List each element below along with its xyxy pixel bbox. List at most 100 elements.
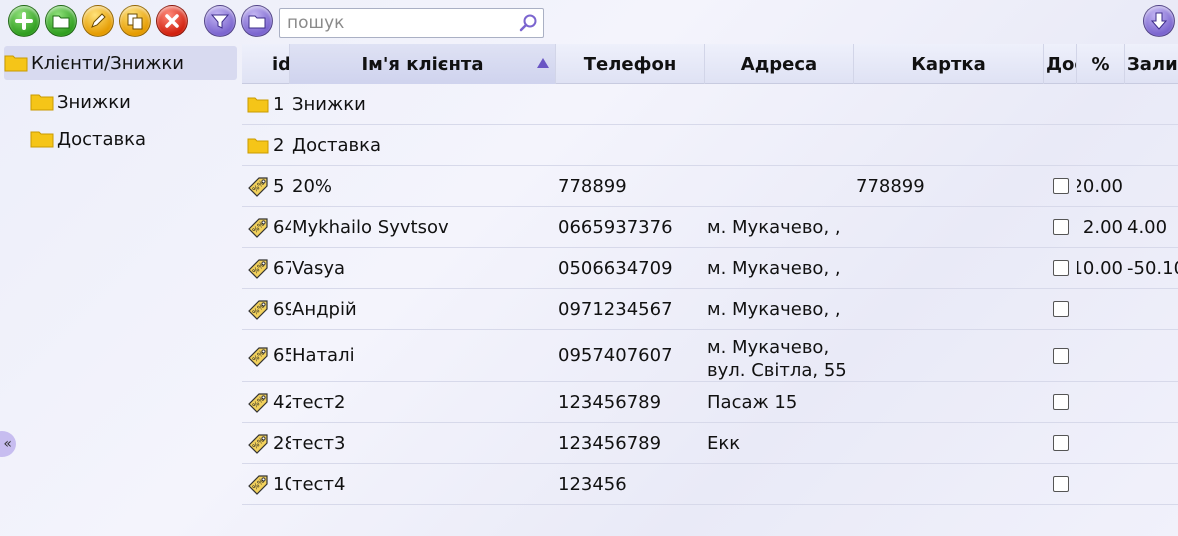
delivery-checkbox[interactable] — [1052, 301, 1069, 317]
cell-id: 10 — [273, 473, 291, 495]
tree-item-discounts[interactable]: Знижки — [30, 85, 131, 119]
cell-address: м. Мукачево, , — [707, 216, 841, 238]
table-row[interactable]: %% 10 тест4 123456 — [242, 464, 1178, 505]
cell-id: 42 — [273, 391, 291, 413]
cell-percent — [1077, 423, 1124, 463]
cell-phone: 0957407607 — [558, 345, 673, 366]
discount-tag-icon: %% — [244, 464, 272, 504]
cell-card — [856, 248, 1042, 288]
filter-button[interactable] — [204, 5, 236, 37]
search-input[interactable] — [285, 10, 517, 36]
column-header-balance[interactable]: Зали — [1125, 44, 1178, 84]
add-folder-button[interactable] — [45, 5, 77, 37]
cell-percent — [1077, 464, 1124, 504]
cell-delivery — [1044, 84, 1077, 124]
column-header-card[interactable]: Картка — [854, 44, 1044, 84]
folder-icon — [244, 84, 272, 124]
cell-delivery — [1044, 125, 1077, 165]
cell-address: Екк — [707, 432, 741, 454]
edit-button[interactable] — [82, 5, 114, 37]
discount-tag-icon: %% — [244, 166, 272, 206]
cell-card — [856, 330, 1042, 381]
cell-balance — [1125, 464, 1178, 504]
cell-address — [707, 464, 852, 504]
table-row[interactable]: %% 42 тест2 123456789 Пасаж 15 — [242, 382, 1178, 423]
search-box[interactable] — [279, 8, 544, 38]
table-row[interactable]: %% 65 Наталі 0957407607 м. Мукачево, вул. Св… — [242, 330, 1178, 382]
cell-name: Андрій — [292, 298, 357, 320]
delivery-checkbox[interactable] — [1052, 394, 1069, 410]
search-icon[interactable] — [517, 12, 539, 34]
cell-address — [707, 125, 852, 165]
cell-card — [856, 423, 1042, 463]
cell-address — [707, 84, 852, 124]
cell-phone: 123456789 — [558, 432, 662, 454]
column-header-percent[interactable]: % — [1077, 44, 1125, 84]
cell-percent — [1077, 382, 1124, 422]
cell-name: тест4 — [292, 473, 346, 495]
delivery-checkbox[interactable] — [1052, 435, 1069, 451]
cell-percent — [1077, 84, 1124, 124]
folder-icon — [4, 55, 28, 72]
cell-id: 69 — [273, 298, 291, 320]
delivery-checkbox[interactable] — [1052, 219, 1069, 235]
add-button[interactable] — [8, 5, 40, 37]
cell-name: Наталі — [292, 345, 355, 366]
cell-balance — [1125, 166, 1178, 206]
discount-tag-icon: %% — [244, 248, 272, 288]
table-row[interactable]: %% 5 20% 778899 778899 20.00 — [242, 166, 1178, 207]
grid-header: id Ім'я клієнта Телефон Адреса Картка До… — [242, 44, 1178, 84]
cell-delivery — [1044, 248, 1077, 288]
table-row[interactable]: %% 64 Mykhailo Syvtsov 0665937376 м. Мукачев… — [242, 207, 1178, 248]
column-header-phone[interactable]: Телефон — [556, 44, 705, 84]
cell-card — [856, 289, 1042, 329]
column-header-id[interactable]: id — [272, 44, 290, 84]
table-row[interactable]: 1 Знижки — [242, 84, 1178, 125]
folder-icon — [244, 125, 272, 165]
cell-id: 67 — [273, 257, 291, 279]
cell-name: Знижки — [292, 93, 366, 115]
discount-tag-icon: %% — [244, 289, 272, 329]
close-icon — [165, 14, 179, 28]
cell-card — [856, 464, 1042, 504]
discount-tag-icon: %% — [244, 382, 272, 422]
delivery-checkbox[interactable] — [1052, 347, 1069, 364]
discount-tag-icon: %% — [244, 423, 272, 463]
table-row[interactable]: 2 Доставка — [242, 125, 1178, 166]
cell-balance: -50.10 — [1127, 257, 1178, 279]
cell-delivery — [1044, 330, 1077, 381]
column-header-delivery[interactable]: Дос — [1044, 44, 1077, 84]
cell-card — [856, 125, 1042, 165]
plus-icon — [15, 12, 33, 30]
cell-balance — [1125, 84, 1178, 124]
cell-delivery — [1044, 423, 1077, 463]
delivery-checkbox[interactable] — [1052, 260, 1069, 276]
folder-icon — [30, 131, 54, 148]
tree-item-label: Знижки — [57, 91, 131, 113]
cell-name: тест2 — [292, 391, 346, 413]
tree-item-delivery[interactable]: Доставка — [30, 122, 146, 156]
tree-item-root[interactable]: Клієнти/Знижки — [4, 46, 237, 80]
delivery-checkbox[interactable] — [1052, 476, 1069, 492]
copy-button[interactable] — [119, 5, 151, 37]
collapse-panel-button[interactable]: « — [0, 431, 16, 457]
download-button[interactable] — [1143, 5, 1175, 37]
cell-card — [856, 382, 1042, 422]
table-row[interactable]: %% 69 Андрій 0971234567 м. Мукачево, , — [242, 289, 1178, 330]
folder-icon — [30, 94, 54, 111]
delivery-checkbox[interactable] — [1052, 178, 1069, 194]
table-row[interactable]: %% 28 тест3 123456789 Екк — [242, 423, 1178, 464]
column-header-address[interactable]: Адреса — [705, 44, 854, 84]
column-header-name[interactable]: Ім'я клієнта — [290, 44, 556, 84]
pencil-icon — [91, 13, 106, 28]
toolbar — [0, 0, 1178, 44]
cell-percent: 2.00 — [1082, 216, 1123, 238]
cell-balance — [1125, 289, 1178, 329]
folder-button[interactable] — [241, 5, 273, 37]
copy-icon — [127, 13, 143, 30]
cell-address: Пасаж 15 — [707, 391, 798, 413]
table-row[interactable]: %% 67 Vasya 0506634709 м. Мукачево, , 10.00 -5… — [242, 248, 1178, 289]
cell-card — [856, 207, 1042, 247]
cell-balance — [1125, 423, 1178, 463]
delete-button[interactable] — [156, 5, 188, 37]
